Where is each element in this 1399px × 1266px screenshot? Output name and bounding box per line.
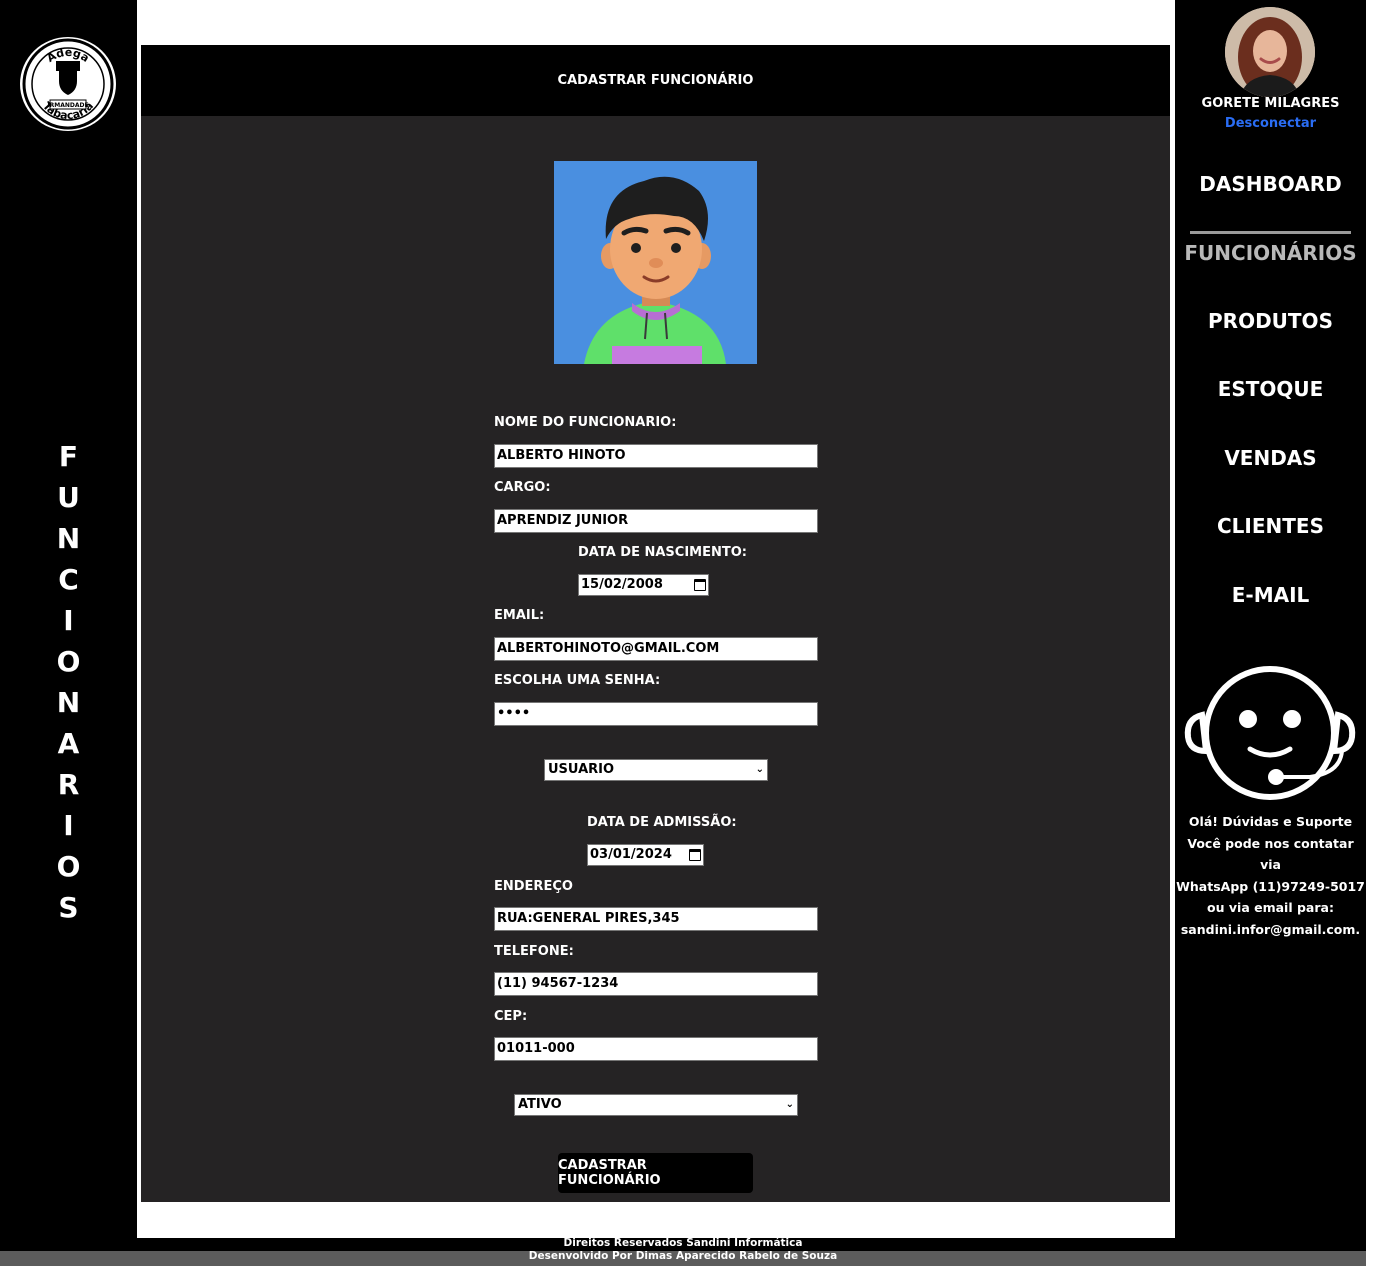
avatar[interactable] xyxy=(1225,7,1315,97)
nav-dashboard[interactable]: DASHBOARD xyxy=(1175,172,1366,196)
nav-clients[interactable]: CLIENTES xyxy=(1175,514,1366,538)
role-label: CARGO: xyxy=(494,480,551,495)
support-line: Olá! Dúvidas e Suporte xyxy=(1188,814,1353,829)
fist-icon: Adega Tabacaria IRMANDADE xyxy=(22,38,114,130)
footer-copyright: Direitos Reservados Sandini Informática xyxy=(563,1237,803,1249)
calendar-icon[interactable] xyxy=(689,849,701,861)
nav-stock[interactable]: ESTOQUE xyxy=(1175,377,1366,401)
vertical-letter: O xyxy=(56,645,81,678)
email-input[interactable]: ALBERTOHINOTO@GMAIL.COM xyxy=(494,637,818,661)
footer-credits: Desenvolvido Por Dimas Aparecido Rabelo … xyxy=(528,1250,838,1262)
employee-form: NOME DO FUNCIONARIO: ALBERTO HINOTO CARG… xyxy=(141,116,1170,1202)
birthdate-label: DATA DE NASCIMENTO: xyxy=(578,545,747,560)
vertical-letter: F xyxy=(58,440,79,473)
page-title: CADASTRAR FUNCIONÁRIO xyxy=(557,73,754,88)
status-select[interactable]: ATIVO ⌄ xyxy=(514,1094,798,1116)
name-label: NOME DO FUNCIONARIO: xyxy=(494,415,677,430)
role-input[interactable]: APRENDIZ JUNIOR xyxy=(494,509,818,533)
support-headset-icon[interactable] xyxy=(1180,663,1360,805)
name-input[interactable]: ALBERTO HINOTO xyxy=(494,444,818,468)
vertical-letter: R xyxy=(57,768,80,801)
employee-avatar[interactable] xyxy=(554,161,757,364)
admission-date-input[interactable]: 03/01/2024 xyxy=(587,844,704,866)
right-sidebar: GORETE MILAGRES Desconectar DASHBOARD FU… xyxy=(1175,0,1366,1251)
vertical-letter: I xyxy=(63,809,74,842)
vertical-letter: A xyxy=(57,727,80,760)
support-text: Olá! Dúvidas e Suporte Você pode nos con… xyxy=(1175,811,1366,940)
logout-link[interactable]: Desconectar xyxy=(1175,116,1366,131)
cep-input[interactable]: 01011-000 xyxy=(494,1037,818,1061)
vertical-letter: N xyxy=(56,522,81,555)
vertical-letter: O xyxy=(56,850,81,883)
phone-label: TELEFONE: xyxy=(494,944,574,959)
left-sidebar: Adega Tabacaria IRMANDADE F U N C I O N … xyxy=(0,0,137,1238)
nav-active-indicator xyxy=(1190,231,1351,234)
password-label: ESCOLHA UMA SENHA: xyxy=(494,673,661,688)
access-level-select[interactable]: USUARIO ⌄ xyxy=(544,759,768,781)
nav-products[interactable]: PRODUTOS xyxy=(1175,309,1366,333)
support-line: Você pode nos contatar via xyxy=(1187,835,1354,873)
user-name: GORETE MILAGRES xyxy=(1201,96,1340,111)
nav-email[interactable]: E-MAIL xyxy=(1175,583,1366,607)
nav-sales[interactable]: VENDAS xyxy=(1175,446,1366,470)
avatar-icon xyxy=(554,161,757,364)
vertical-letter: C xyxy=(58,563,79,596)
status-value: ATIVO xyxy=(518,1097,562,1112)
admission-date-value: 03/01/2024 xyxy=(590,847,672,862)
vertical-letter: I xyxy=(63,604,74,637)
calendar-icon[interactable] xyxy=(694,579,706,591)
chevron-down-icon: ⌄ xyxy=(785,1099,794,1110)
address-label: ENDEREÇO xyxy=(494,879,573,894)
support-email: sandini.infor@gmail.com. xyxy=(1180,921,1361,937)
birthdate-input[interactable]: 15/02/2008 xyxy=(578,574,709,596)
chevron-down-icon: ⌄ xyxy=(755,764,764,775)
section-title-vertical: F U N C I O N A R I O S xyxy=(0,436,137,928)
support-line: WhatsApp (11)97249-5017 xyxy=(1176,878,1365,894)
vertical-letter: S xyxy=(58,891,79,924)
brand-logo[interactable]: Adega Tabacaria IRMANDADE xyxy=(20,37,116,131)
svg-text:IRMANDADE: IRMANDADE xyxy=(47,102,88,109)
user-photo-icon xyxy=(1225,7,1315,97)
phone-input[interactable]: (11) 94567-1234 xyxy=(494,972,818,996)
password-input[interactable]: •••• xyxy=(494,702,818,726)
vertical-letter: N xyxy=(56,686,81,719)
birthdate-value: 15/02/2008 xyxy=(581,577,663,592)
vertical-letter: U xyxy=(57,481,80,514)
access-level-value: USUARIO xyxy=(548,762,615,777)
cep-label: CEP: xyxy=(494,1009,528,1024)
address-input[interactable]: RUA:GENERAL PIRES,345 xyxy=(494,907,818,931)
page-header: CADASTRAR FUNCIONÁRIO xyxy=(141,45,1170,116)
nav-employees[interactable]: FUNCIONÁRIOS xyxy=(1175,241,1366,265)
email-label: EMAIL: xyxy=(494,608,545,623)
support-line: ou via email para: xyxy=(1207,900,1334,915)
admission-label: DATA DE ADMISSÃO: xyxy=(587,815,737,830)
register-employee-button[interactable]: CADASTRAR FUNCIONÁRIO xyxy=(558,1153,753,1193)
